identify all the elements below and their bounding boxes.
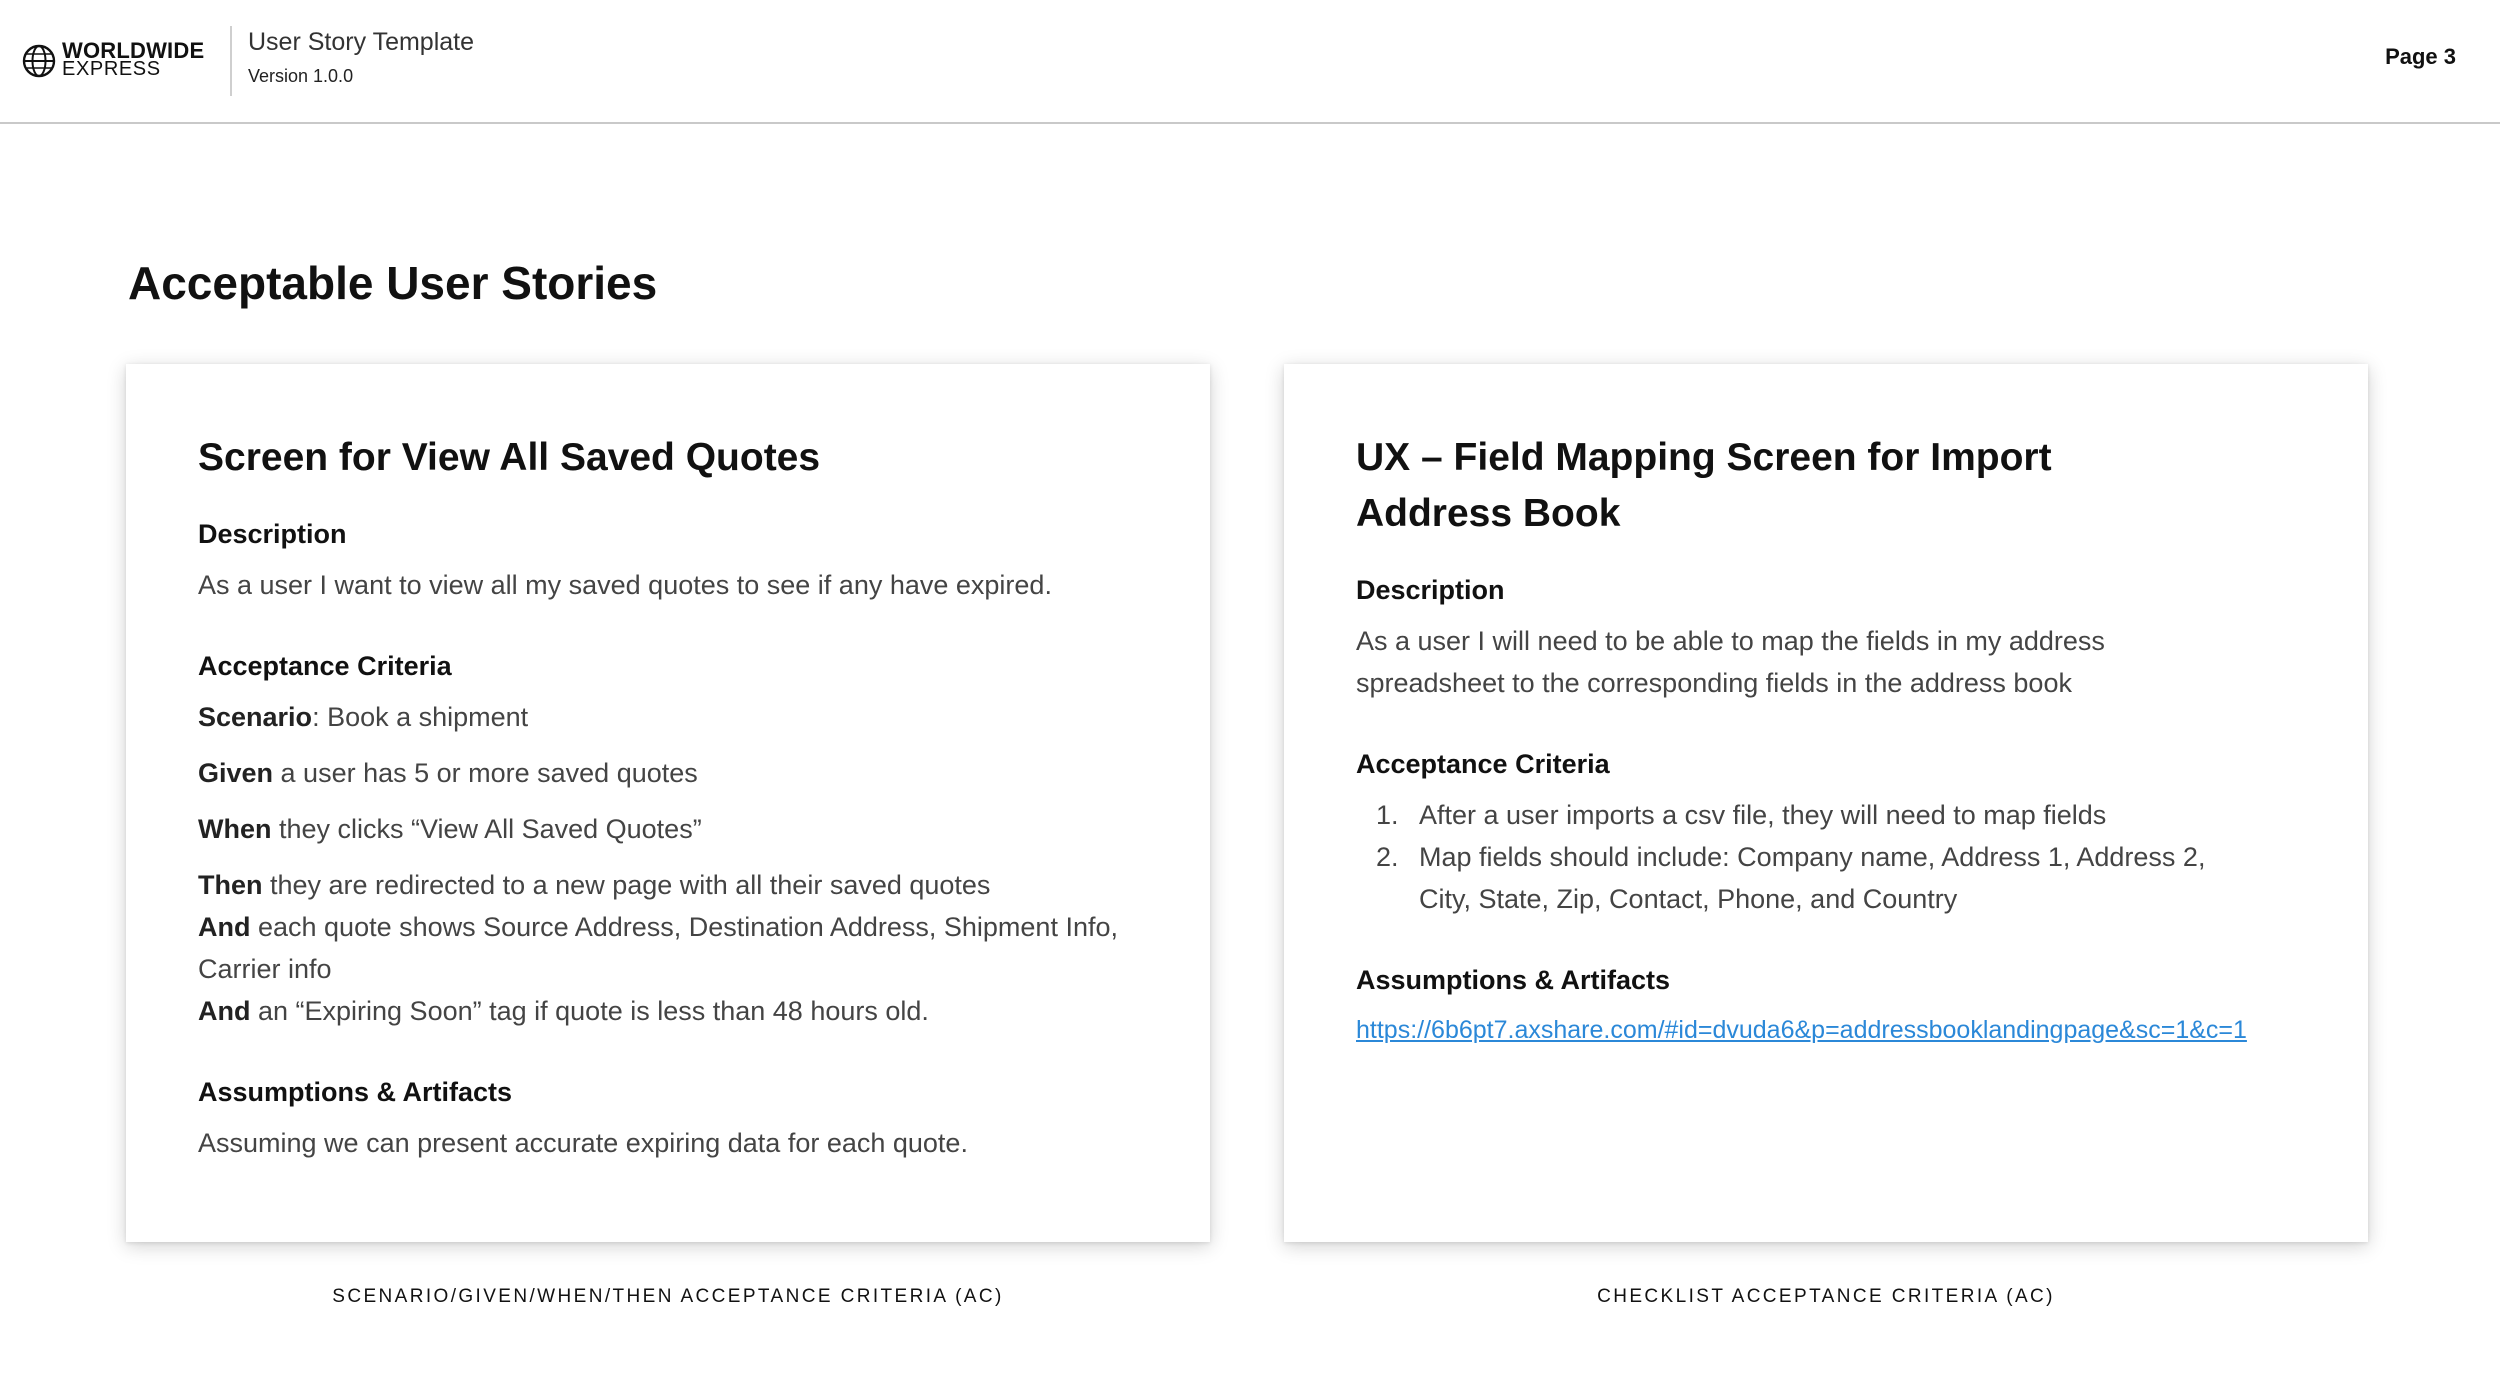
list-item-number: 1. bbox=[1376, 800, 1399, 830]
and-line-1: And each quote shows Source Address, Des… bbox=[198, 906, 1158, 990]
scenario-line: Scenario: Book a shipment bbox=[198, 696, 1158, 738]
then-line: Then they are redirected to a new page w… bbox=[198, 864, 1158, 906]
card-title-line-1: UX – Field Mapping Screen for Import bbox=[1356, 436, 2052, 479]
and-text: an “Expiring Soon” tag if quote is less … bbox=[250, 996, 929, 1026]
logo-wordmark-bottom: EXPRESS bbox=[62, 58, 161, 80]
then-text: they are redirected to a new page with a… bbox=[262, 870, 991, 900]
acceptance-criteria-list: 1. After a user imports a csv file, they … bbox=[1356, 794, 2256, 920]
page-number: Page 3 bbox=[2385, 44, 2456, 69]
assumptions-heading: Assumptions & Artifacts bbox=[1356, 965, 1671, 995]
and-text: each quote shows Source Address, Destina… bbox=[198, 912, 1118, 984]
assumptions-text: Assuming we can present accurate expirin… bbox=[198, 1128, 968, 1158]
document-version: Version 1.0.0 bbox=[248, 66, 354, 86]
description-heading: Description bbox=[198, 519, 347, 549]
card-title: UX – Field Mapping Screen for Import Add… bbox=[1356, 430, 2316, 542]
section-title: Acceptable User Stories bbox=[128, 257, 658, 309]
user-story-card-saved-quotes: Screen for View All Saved Quotes Descrip… bbox=[126, 364, 1210, 1242]
acceptance-criteria-heading: Acceptance Criteria bbox=[1356, 749, 1610, 779]
header-divider bbox=[230, 26, 232, 96]
description-text: As a user I will need to be able to map … bbox=[1356, 626, 2105, 698]
worldwide-express-logo: WORLDWIDE EXPRESS bbox=[22, 38, 208, 82]
document-title: User Story Template bbox=[248, 28, 475, 56]
list-item-text: After a user imports a csv file, they wi… bbox=[1419, 800, 2107, 830]
when-keyword: When bbox=[198, 814, 272, 844]
scenario-keyword: Scenario bbox=[198, 702, 313, 732]
and-keyword: And bbox=[198, 996, 251, 1026]
user-story-card-field-mapping: UX – Field Mapping Screen for Import Add… bbox=[1284, 364, 2368, 1242]
globe-logo-icon bbox=[22, 44, 56, 78]
given-text: a user has 5 or more saved quotes bbox=[273, 758, 698, 788]
card-title: Screen for View All Saved Quotes bbox=[198, 436, 821, 479]
description-text: As a user I want to view all my saved qu… bbox=[198, 570, 1052, 600]
when-text: they clicks “View All Saved Quotes” bbox=[271, 814, 702, 844]
list-item-number: 2. bbox=[1376, 842, 1399, 872]
list-item-text: Map fields should include: Company name,… bbox=[1419, 842, 2206, 914]
caption-scenario-ac: SCENARIO/GIVEN/WHEN/THEN ACCEPTANCE CRIT… bbox=[332, 1286, 1004, 1307]
acceptance-criteria-heading: Acceptance Criteria bbox=[198, 651, 452, 681]
page-header: WORLDWIDE EXPRESS User Story Template Ve… bbox=[0, 0, 2500, 124]
assumptions-heading: Assumptions & Artifacts bbox=[198, 1077, 513, 1107]
prototype-link[interactable]: https://6b6pt7.axshare.com/#id=dvuda6&p=… bbox=[1356, 1016, 2247, 1044]
then-block: Then they are redirected to a new page w… bbox=[198, 864, 1158, 1032]
given-keyword: Given bbox=[198, 758, 274, 788]
when-line: When they clicks “View All Saved Quotes” bbox=[198, 808, 1158, 850]
and-line-2: And an “Expiring Soon” tag if quote is l… bbox=[198, 990, 1158, 1032]
given-line: Given a user has 5 or more saved quotes bbox=[198, 752, 1158, 794]
list-item: 1. After a user imports a csv file, they … bbox=[1356, 794, 2256, 836]
and-keyword: And bbox=[198, 912, 251, 942]
caption-checklist-ac: CHECKLIST ACCEPTANCE CRITERIA (AC) bbox=[1597, 1286, 2055, 1307]
description-heading: Description bbox=[1356, 575, 1505, 605]
scenario-text: : Book a shipment bbox=[312, 702, 529, 732]
then-keyword: Then bbox=[198, 870, 263, 900]
card-title-line-2: Address Book bbox=[1356, 492, 1621, 535]
list-item: 2. Map fields should include: Company nam… bbox=[1356, 836, 2236, 920]
